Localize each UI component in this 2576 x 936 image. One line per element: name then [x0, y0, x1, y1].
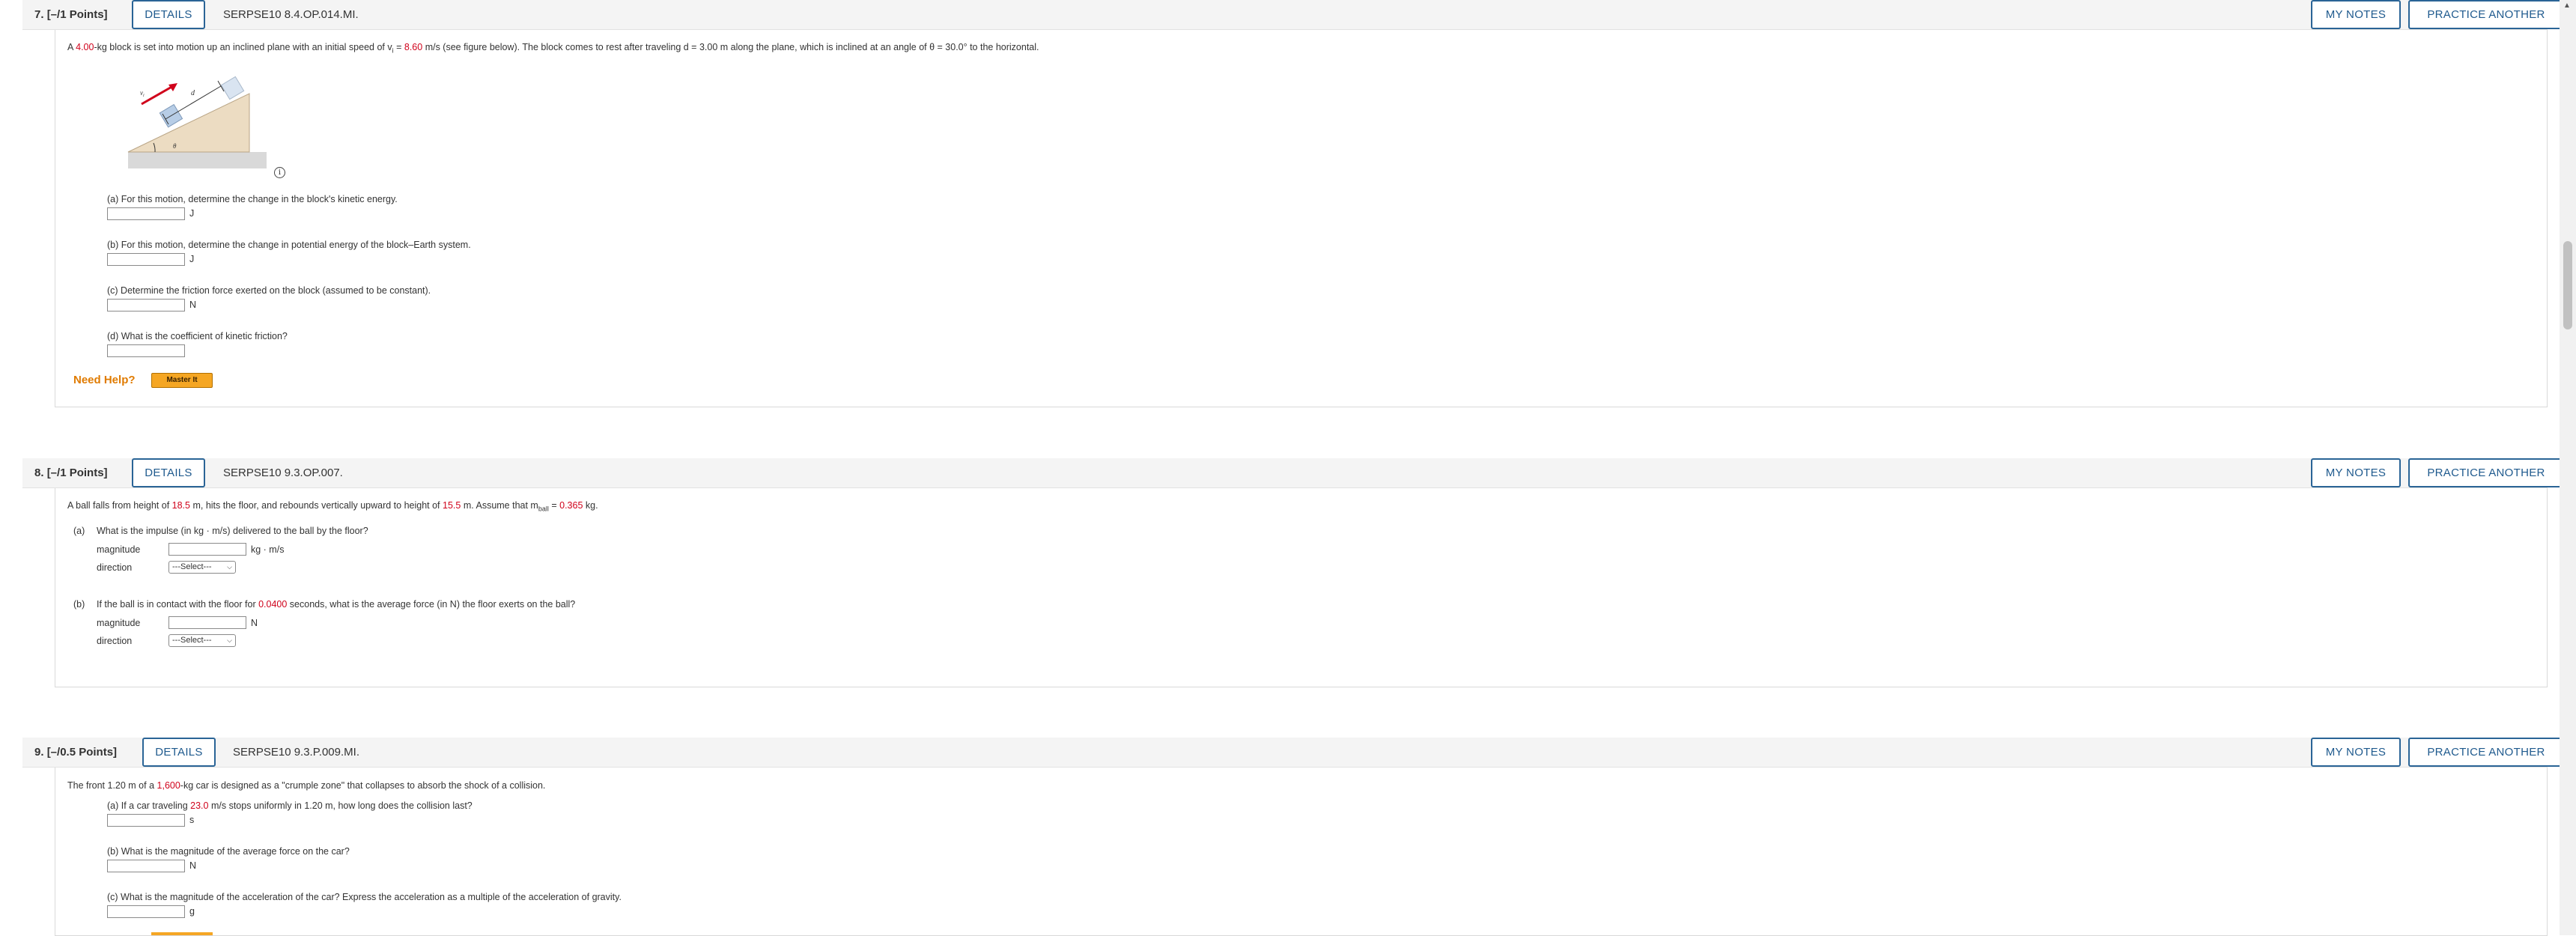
my-notes-button[interactable]: MY NOTES — [2311, 458, 2401, 487]
question-7-part-c-prompt: (c) Determine the friction force exerted… — [107, 285, 431, 296]
question-7-number-points: 7. [–/1 Points] — [34, 8, 108, 21]
scrollbar-thumb[interactable] — [2563, 241, 2572, 329]
details-button[interactable]: DETAILS — [132, 458, 205, 487]
practice-another-button[interactable]: PRACTICE ANOTHER — [2408, 738, 2564, 767]
question-9-part-b-unit: N — [189, 860, 197, 871]
question-8-stem: A ball falls from height of 18.5 m, hits… — [67, 500, 598, 513]
question-8-part-a-magnitude-label: magnitude — [97, 544, 141, 555]
question-8-part-a-direction-select[interactable]: ---Select--- ⌵ — [168, 561, 236, 574]
question-9-header: 9. [–/0.5 Points] DETAILS SERPSE10 9.3.P… — [22, 738, 2564, 768]
question-8-number-points: 8. [–/1 Points] — [34, 467, 108, 479]
scroll-up-icon[interactable]: ▲ — [2563, 1, 2571, 10]
label-vi: vi — [140, 89, 145, 98]
question-8-part-b-magnitude-label: magnitude — [97, 618, 141, 628]
details-button[interactable]: DETAILS — [142, 738, 216, 767]
question-7-part-a-input[interactable] — [107, 207, 185, 220]
label-d: d — [191, 89, 195, 97]
question-8-header: 8. [–/1 Points] DETAILS SERPSE10 9.3.OP.… — [22, 458, 2564, 488]
question-8-part-a-magnitude-unit: kg · m/s — [251, 544, 285, 555]
question-8-part-b-label: (b) — [73, 599, 85, 610]
question-8-part-b-magnitude-input[interactable] — [168, 616, 246, 629]
practice-another-button[interactable]: PRACTICE ANOTHER — [2408, 458, 2564, 487]
my-notes-button[interactable]: MY NOTES — [2311, 738, 2401, 767]
question-7-part-d-prompt: (d) What is the coefficient of kinetic f… — [107, 331, 288, 341]
question-7-body — [55, 30, 2548, 407]
question-7-part-b-unit: J — [189, 254, 195, 264]
question-8-code: SERPSE10 9.3.OP.007. — [223, 467, 343, 479]
question-8-part-a-prompt: What is the impulse (in kg · m/s) delive… — [97, 526, 368, 536]
block-end — [220, 76, 245, 100]
question-9-body — [55, 768, 2548, 936]
question-7-part-a-unit: J — [189, 208, 195, 219]
page-scrollbar[interactable]: ▲ — [2560, 0, 2576, 935]
question-9-part-c-input[interactable] — [107, 905, 185, 918]
chevron-down-icon: ⌵ — [227, 636, 232, 644]
question-9-part-b-input[interactable] — [107, 860, 185, 872]
figure-info-icon[interactable]: i — [274, 167, 285, 178]
practice-another-button[interactable]: PRACTICE ANOTHER — [2408, 0, 2564, 29]
question-9-number-points: 9. [–/0.5 Points] — [34, 746, 118, 759]
question-7-header: 7. [–/1 Points] DETAILS SERPSE10 8.4.OP.… — [22, 0, 2564, 30]
details-button[interactable]: DETAILS — [132, 0, 205, 29]
question-7-code: SERPSE10 8.4.OP.014.MI. — [223, 8, 359, 21]
question-8-body — [55, 488, 2548, 687]
question-8-part-a-label: (a) — [73, 526, 85, 536]
question-9-code: SERPSE10 9.3.P.009.MI. — [233, 746, 359, 759]
question-9-part-b-prompt: (b) What is the magnitude of the average… — [107, 846, 350, 857]
label-theta: θ — [173, 142, 177, 150]
chevron-down-icon: ⌵ — [227, 563, 232, 571]
question-7-part-b-prompt: (b) For this motion, determine the chang… — [107, 240, 471, 250]
need-help-label: Need Help? — [73, 374, 136, 386]
question-9-part-a-input[interactable] — [107, 814, 185, 827]
question-9-part-a-unit: s — [189, 815, 195, 825]
question-8-part-b-direction-label: direction — [97, 636, 133, 646]
question-7-part-a-prompt: (a) For this motion, determine the chang… — [107, 194, 398, 204]
question-8-part-a-direction-label: direction — [97, 562, 133, 573]
question-7-part-c-unit: N — [189, 300, 197, 310]
question-8-part-a-magnitude-input[interactable] — [168, 543, 246, 556]
question-9-part-c-unit: g — [189, 906, 195, 917]
question-7-part-c-input[interactable] — [107, 299, 185, 312]
question-7-part-d-input[interactable] — [107, 344, 185, 357]
my-notes-button[interactable]: MY NOTES — [2311, 0, 2401, 29]
question-8-part-b-direction-select[interactable]: ---Select--- ⌵ — [168, 634, 236, 647]
question-7-part-b-input[interactable] — [107, 253, 185, 266]
question-7-stem: A 4.00-kg block is set into motion up an… — [67, 42, 1039, 55]
velocity-arrow — [141, 85, 174, 106]
question-9-stem: The front 1.20 m of a 1,600-kg car is de… — [67, 780, 546, 791]
question-8-part-b-magnitude-unit: N — [251, 618, 258, 628]
question-9-part-c-prompt: (c) What is the magnitude of the acceler… — [107, 892, 622, 902]
question-8-part-b-prompt: If the ball is in contact with the floor… — [97, 599, 576, 610]
incline-figure: vi d θ — [127, 76, 267, 168]
question-9-part-a-prompt: (a) If a car traveling 23.0 m/s stops un… — [107, 800, 473, 811]
master-it-button[interactable]: Master It — [151, 373, 213, 388]
master-it-button-partial[interactable] — [151, 932, 213, 935]
